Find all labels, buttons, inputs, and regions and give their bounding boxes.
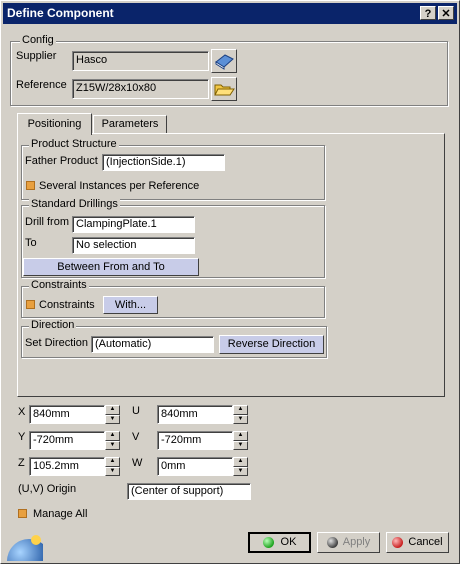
supplier-field[interactable]: Hasco <box>72 51 209 71</box>
several-instances-label: Several Instances per Reference <box>39 180 200 192</box>
x-spinner[interactable]: ▲ ▼ <box>105 405 120 424</box>
config-group-label: Config <box>20 34 56 46</box>
w-field[interactable]: 0mm <box>157 457 233 476</box>
close-button[interactable]: ✕ <box>438 6 454 20</box>
ok-button[interactable]: OK <box>248 532 311 553</box>
cancel-button[interactable]: Cancel <box>386 532 449 553</box>
u-spinner[interactable]: ▲ ▼ <box>233 405 248 424</box>
constraints-check-label: Constraints <box>39 299 95 311</box>
set-direction-label: Set Direction <box>25 337 88 349</box>
v-spinner[interactable]: ▲ ▼ <box>233 431 248 450</box>
spin-up-icon[interactable]: ▲ <box>233 431 248 441</box>
constraints-group-label: Constraints <box>29 279 89 291</box>
ok-label: OK <box>280 536 297 548</box>
uv-origin-field[interactable]: (Center of support) <box>127 483 251 500</box>
father-product-label: Father Product <box>25 155 98 167</box>
uv-origin-label: (U,V) Origin <box>18 483 77 495</box>
title-bar: Define Component ? ✕ <box>3 3 457 24</box>
w-spinner[interactable]: ▲ ▼ <box>233 457 248 476</box>
spin-down-icon[interactable]: ▼ <box>233 414 248 424</box>
with-button[interactable]: With... <box>103 296 158 314</box>
y-spinner[interactable]: ▲ ▼ <box>105 431 120 450</box>
direction-group-label: Direction <box>29 319 77 331</box>
x-label: X <box>18 406 26 418</box>
spin-down-icon[interactable]: ▼ <box>233 440 248 450</box>
u-field[interactable]: 840mm <box>157 405 233 424</box>
spin-down-icon[interactable]: ▼ <box>105 440 120 450</box>
apply-label: Apply <box>342 536 371 548</box>
tab-parameters[interactable]: Parameters <box>93 115 167 133</box>
u-label: U <box>132 405 140 417</box>
drill-from-label: Drill from <box>25 216 69 228</box>
y-field[interactable]: -720mm <box>29 431 105 450</box>
help-button[interactable]: ? <box>420 6 436 20</box>
catalog-browse-button[interactable] <box>211 49 237 73</box>
spin-down-icon[interactable]: ▼ <box>233 466 248 476</box>
spin-down-icon[interactable]: ▼ <box>105 414 120 424</box>
drill-to-field[interactable]: No selection <box>72 237 195 254</box>
w-label: W <box>132 457 143 469</box>
supplier-label: Supplier <box>16 50 57 62</box>
between-from-to-button[interactable]: Between From and To <box>23 258 199 276</box>
globe-logo-icon <box>3 533 43 561</box>
spin-down-icon[interactable]: ▼ <box>105 466 120 476</box>
father-product-field[interactable]: (InjectionSide.1) <box>102 154 225 171</box>
cancel-label: Cancel <box>408 536 443 548</box>
spin-up-icon[interactable]: ▲ <box>233 405 248 415</box>
reference-field[interactable]: Z15W/28x10x80 <box>72 79 209 99</box>
manage-all-label: Manage All <box>33 508 88 520</box>
define-component-dialog: Define Component ? ✕ Config Supplier Has… <box>0 0 460 564</box>
spin-up-icon[interactable]: ▲ <box>105 431 120 441</box>
constraints-checkbox[interactable] <box>26 300 35 309</box>
spin-up-icon[interactable]: ▲ <box>105 457 120 467</box>
manage-all-checkbox[interactable] <box>18 509 27 518</box>
open-folder-icon <box>214 84 235 96</box>
z-field[interactable]: 105.2mm <box>29 457 105 476</box>
open-file-button[interactable] <box>211 77 237 101</box>
z-spinner[interactable]: ▲ ▼ <box>105 457 120 476</box>
drill-from-field[interactable]: ClampingPlate.1 <box>72 216 195 233</box>
drill-to-label: To <box>25 237 37 249</box>
window-title: Define Component <box>7 6 114 20</box>
apply-icon <box>326 536 338 548</box>
x-field[interactable]: 840mm <box>29 405 105 424</box>
several-instances-checkbox[interactable] <box>26 181 35 190</box>
product-structure-label: Product Structure <box>29 138 119 150</box>
spin-up-icon[interactable]: ▲ <box>233 457 248 467</box>
catalog-book-icon <box>215 54 234 70</box>
v-field[interactable]: -720mm <box>157 431 233 450</box>
z-label: Z <box>18 457 25 469</box>
y-label: Y <box>18 431 26 443</box>
v-label: V <box>132 431 140 443</box>
ok-icon <box>262 536 274 548</box>
standard-drillings-label: Standard Drillings <box>29 198 120 210</box>
apply-button[interactable]: Apply <box>317 532 380 553</box>
spin-up-icon[interactable]: ▲ <box>105 405 120 415</box>
reference-label: Reference <box>16 79 67 91</box>
reverse-direction-button[interactable]: Reverse Direction <box>219 335 324 354</box>
tab-positioning[interactable]: Positioning <box>17 113 92 135</box>
cancel-icon <box>392 536 404 548</box>
direction-field[interactable]: (Automatic) <box>91 336 214 353</box>
